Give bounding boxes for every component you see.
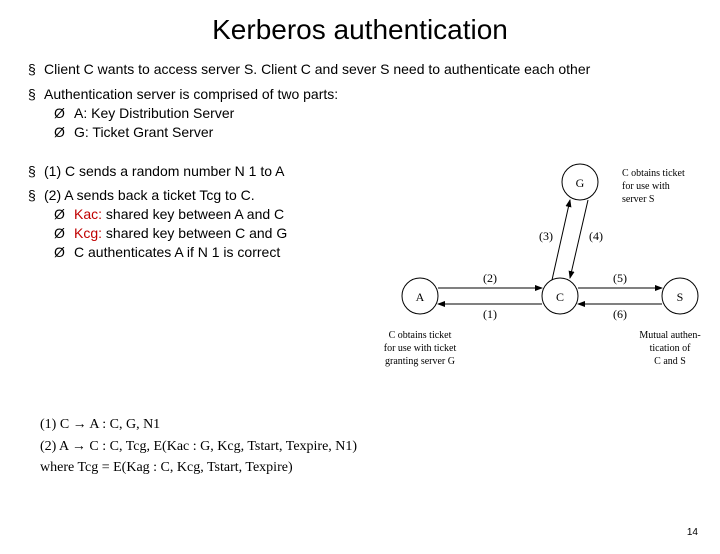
bullet-4c: Ø C authenticates A if N 1 is correct [28, 243, 358, 262]
edge-1-label: (1) [483, 307, 497, 321]
bullet-3-text: (1) C sends a random number N 1 to A [44, 162, 358, 181]
slide-title: Kerberos authentication [0, 14, 720, 46]
caption-g1: C obtains ticket [622, 168, 685, 179]
edge-6-label: (6) [613, 307, 627, 321]
bullet-marker: § [28, 60, 44, 79]
kcg-rest: shared key between C and G [102, 225, 287, 241]
sub-marker: Ø [54, 104, 74, 123]
caption-g2: for use with [622, 181, 670, 192]
caption-s3: C and S [654, 356, 686, 367]
caption-s2: tication of [650, 343, 691, 354]
caption-a2: for use with ticket [384, 343, 457, 354]
sub-marker: Ø [54, 205, 74, 224]
bullet-marker: § [28, 85, 44, 104]
caption-s1: Mutual authen- [639, 330, 700, 341]
protocol-line-1: (1) C → A : C, G, N1 [40, 414, 357, 436]
edge-3-label: (3) [539, 229, 553, 243]
kerberos-diagram: G A C S (1) (2) (3) (4) (5) (6) C obtain… [360, 156, 710, 386]
bullet-marker: § [28, 186, 44, 205]
caption-a3: granting server G [385, 356, 455, 367]
protocol-equations: (1) C → A : C, G, N1 (2) A → C : C, Tcg,… [40, 414, 357, 479]
sub-marker: Ø [54, 243, 74, 262]
node-g-label: G [576, 176, 585, 190]
protocol-line-3: where Tcg = E(Kag : C, Kcg, Tstart, Texp… [40, 457, 357, 479]
sub-marker: Ø [54, 123, 74, 142]
edge-5-label: (5) [613, 271, 627, 285]
kcg-key: Kcg: [74, 225, 102, 241]
kac-rest: shared key between A and C [102, 206, 284, 222]
edge-4-label: (4) [589, 229, 603, 243]
bullet-4b-text: Kcg: shared key between C and G [74, 224, 287, 243]
bullet-4b: Ø Kcg: shared key between C and G [28, 224, 358, 243]
bullet-2-text: Authentication server is comprised of tw… [44, 85, 692, 104]
bullet-1-text: Client C wants to access server S. Clien… [44, 60, 692, 79]
bullet-2: § Authentication server is comprised of … [28, 85, 692, 104]
bullet-2a-text: A: Key Distribution Server [74, 104, 234, 123]
bullet-4a: Ø Kac: shared key between A and C [28, 205, 358, 224]
node-a-label: A [416, 290, 425, 304]
bullet-4c-text: C authenticates A if N 1 is correct [74, 243, 280, 262]
kac-key: Kac: [74, 206, 102, 222]
sub-marker: Ø [54, 224, 74, 243]
caption-g3: server S [622, 194, 655, 205]
page-number: 14 [687, 527, 698, 538]
bullet-2b: Ø G: Ticket Grant Server [28, 123, 692, 142]
bullet-3: § (1) C sends a random number N 1 to A [28, 162, 358, 181]
protocol-line-2: (2) A → C : C, Tcg, E(Kac : G, Kcg, Tsta… [40, 436, 357, 458]
bullet-2a: Ø A: Key Distribution Server [28, 104, 692, 123]
bullet-4-text: (2) A sends back a ticket Tcg to C. [44, 186, 358, 205]
edge-2-label: (2) [483, 271, 497, 285]
bullet-4a-text: Kac: shared key between A and C [74, 205, 284, 224]
bullet-1: § Client C wants to access server S. Cli… [28, 60, 692, 79]
caption-a1: C obtains ticket [389, 330, 452, 341]
bullet-4: § (2) A sends back a ticket Tcg to C. [28, 186, 358, 205]
bullet-2b-text: G: Ticket Grant Server [74, 123, 213, 142]
node-c-label: C [556, 290, 564, 304]
node-s-label: S [677, 290, 684, 304]
bullet-marker: § [28, 162, 44, 181]
